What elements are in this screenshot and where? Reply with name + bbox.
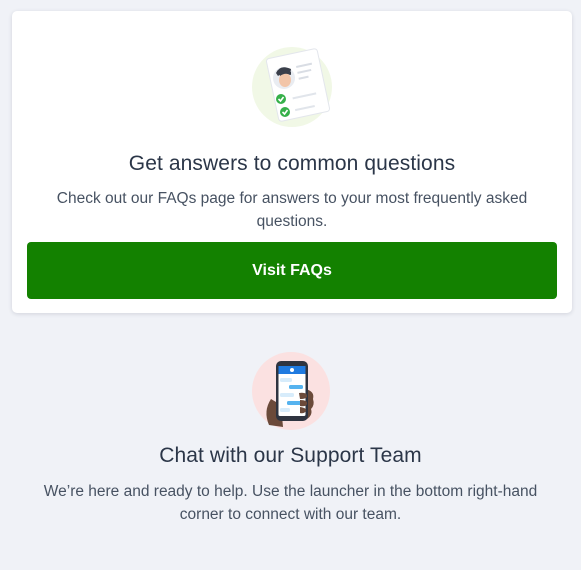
phone-chat-illustration-icon	[251, 352, 330, 430]
support-title: Chat with our Support Team	[159, 444, 422, 467]
visit-faqs-button[interactable]: Visit FAQs	[27, 242, 557, 299]
faq-card: Get answers to common questions Check ou…	[12, 11, 572, 313]
faq-title: Get answers to common questions	[128, 152, 456, 175]
faq-description: Check out our FAQs page for answers to y…	[56, 190, 528, 230]
profile-checklist-illustration-icon	[252, 47, 332, 127]
support-description: We’re here and ready to help. Use the la…	[43, 483, 538, 523]
